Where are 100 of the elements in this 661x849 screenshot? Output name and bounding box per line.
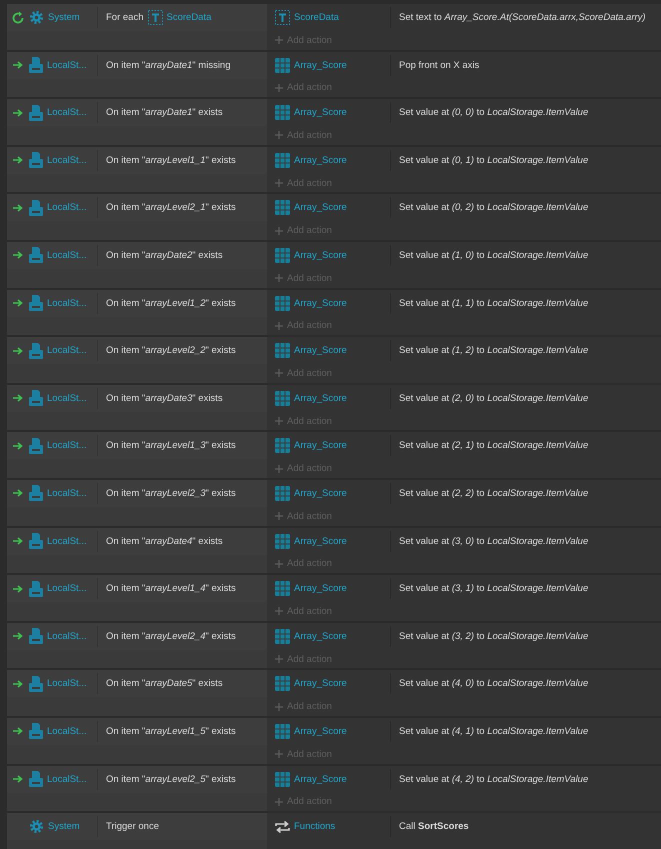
trigger-arrow-icon <box>13 584 23 593</box>
grid-icon <box>275 534 290 549</box>
plus-icon <box>275 750 283 758</box>
object-name: LocalSt... <box>47 345 87 356</box>
storage-icon <box>29 200 43 216</box>
action-row[interactable]: Array_Score Set value at (2, 1) to LocalStorage.ItemValue <box>267 432 661 460</box>
action-row[interactable]: Array_Score Set value at (4, 1) to LocalStorage.ItemValue <box>267 718 661 745</box>
action-text: Set value at (4, 2) to LocalStorage.ItemValue <box>398 774 588 784</box>
plus-icon <box>275 274 283 282</box>
event-condition-block[interactable]: LocalSt... On item "arrayLevel1_1" exists <box>7 146 267 192</box>
object-name: Array_Score <box>294 250 347 261</box>
action-text: Set text to Array_Score.At(ScoreData.arrx,ScoreData.arry) <box>398 12 646 23</box>
event-condition-block[interactable]: LocalSt... On item "arrayDate3" exists <box>7 384 267 430</box>
condition-text: On item "arrayLevel1_4" exists <box>105 583 236 594</box>
grid-icon <box>275 296 290 311</box>
plus-icon <box>275 702 283 711</box>
grid-icon <box>275 581 290 596</box>
action-row[interactable]: Array_Score Set value at (2, 2) to LocalStorage.ItemValue <box>267 480 661 507</box>
trigger-arrow-icon <box>13 108 23 117</box>
event-condition-block[interactable]: LocalSt... On item "arrayDate5" exists <box>7 670 267 716</box>
condition-text: On item "arrayLevel2_2" exists <box>105 345 236 356</box>
action-text: Set value at (0, 2) to LocalStorage.ItemValue <box>398 202 588 214</box>
event-condition-block[interactable]: System Trigger once <box>7 813 267 849</box>
condition-text: On item "arrayLevel2_4" exists <box>105 630 236 642</box>
object-name: Array_Score <box>294 202 347 214</box>
event-condition-block[interactable]: LocalSt... On item "arrayLevel2_4" exists <box>7 622 267 668</box>
grid-icon <box>275 343 290 358</box>
action-row[interactable]: Array_Score Set value at (0, 0) to LocalStorage.ItemValue <box>267 99 661 126</box>
object-name: LocalSt... <box>47 630 87 642</box>
object-name: Array_Score <box>294 107 347 118</box>
action-row[interactable]: Array_Score Set value at (1, 0) to LocalStorage.ItemValue <box>267 242 661 269</box>
gear-icon <box>29 10 44 25</box>
action-row[interactable]: Array_Score Set value at (3, 1) to LocalStorage.ItemValue <box>267 575 661 602</box>
object-name: LocalSt... <box>47 202 87 214</box>
plus-icon <box>275 226 283 235</box>
storage-icon <box>29 723 43 740</box>
event-condition-block[interactable]: LocalSt... On item "arrayLevel1_4" exists <box>7 575 267 621</box>
event-condition-block[interactable]: LocalSt... On item "arrayDate4" exists <box>7 528 267 574</box>
event-condition-block[interactable]: LocalSt... On item "arrayLevel1_2" exists <box>7 290 267 336</box>
trigger-arrow-icon <box>13 775 23 783</box>
object-name: LocalSt... <box>47 774 87 784</box>
action-text: Set value at (3, 0) to LocalStorage.ItemValue <box>398 536 588 547</box>
action-row[interactable]: ScoreData Set text to Array_Score.At(ScoreData.arrx,ScoreData.arry) <box>267 4 661 31</box>
action-row[interactable]: Array_Score Set value at (1, 1) to LocalStorage.ItemValue <box>267 290 661 317</box>
action-text: Set value at (0, 1) to LocalStorage.ItemValue <box>398 154 588 166</box>
action-text: Call SortScores <box>398 821 469 832</box>
action-row[interactable]: Array_Score Set value at (0, 1) to LocalStorage.ItemValue <box>267 146 661 174</box>
condition-text: On item "arrayDate1" missing <box>105 60 230 71</box>
grid-icon <box>275 390 290 406</box>
plus-icon <box>275 131 283 140</box>
event-condition-block[interactable]: LocalSt... On item "arrayLevel1_5" exists <box>7 718 267 764</box>
object-name: System <box>48 12 80 23</box>
condition-text: On item "arrayLevel1_1" exists <box>105 154 236 166</box>
action-row[interactable]: Array_Score Set value at (4, 0) to LocalStorage.ItemValue <box>267 670 661 698</box>
action-text: Set value at (2, 2) to LocalStorage.ItemValue <box>398 488 588 499</box>
event-condition-block[interactable]: LocalSt... On item "arrayDate1" missing <box>7 52 267 98</box>
event-condition-block[interactable]: LocalSt... On item "arrayLevel2_1" exists <box>7 194 267 240</box>
object-name: Array_Score <box>294 440 347 452</box>
grid-icon <box>275 152 290 168</box>
event-condition-block[interactable]: LocalSt... On item "arrayDate2" exists <box>7 242 267 288</box>
event-condition-block[interactable]: LocalSt... On item "arrayLevel2_2" exists <box>7 337 267 383</box>
action-text: Set value at (1, 2) to LocalStorage.ItemValue <box>398 345 588 356</box>
object-name: Array_Score <box>294 630 347 642</box>
trigger-arrow-icon <box>13 442 23 450</box>
action-row[interactable]: Array_Score Pop front on X axis <box>267 52 661 79</box>
trigger-arrow-icon <box>13 61 23 70</box>
grid-icon <box>275 248 290 263</box>
action-row[interactable]: Array_Score Set value at (0, 2) to LocalStorage.ItemValue <box>267 194 661 222</box>
object-name: LocalSt... <box>47 536 87 547</box>
event-condition-block[interactable]: LocalSt... On item "arrayLevel2_5" exists <box>7 766 267 812</box>
object-name: Array_Score <box>294 345 347 356</box>
storage-icon <box>29 152 43 168</box>
action-row[interactable]: Array_Score Set value at (1, 2) to LocalStorage.ItemValue <box>267 337 661 364</box>
storage-icon <box>29 676 43 692</box>
action-text: Set value at (4, 0) to LocalStorage.ItemValue <box>398 678 588 690</box>
object-name: LocalSt... <box>47 392 87 404</box>
event-condition-block[interactable]: System For each ScoreData <box>7 4 267 50</box>
object-name: LocalSt... <box>47 488 87 499</box>
plus-icon <box>275 512 283 520</box>
storage-icon <box>29 295 43 312</box>
object-name: LocalSt... <box>47 250 87 261</box>
event-condition-block[interactable]: LocalSt... On item "arrayDate1" exists <box>7 99 267 145</box>
action-row[interactable]: Array_Score Set value at (4, 2) to LocalStorage.ItemValue <box>267 766 661 792</box>
storage-icon <box>29 533 43 550</box>
action-row[interactable]: Array_Score Set value at (3, 2) to LocalStorage.ItemValue <box>267 622 661 650</box>
grid-icon <box>275 724 290 739</box>
event-condition-block[interactable]: LocalSt... On item "arrayLevel2_3" exists <box>7 480 267 526</box>
plus-icon <box>275 179 283 188</box>
event-condition-block[interactable]: LocalSt... On item "arrayLevel1_3" exists <box>7 432 267 478</box>
storage-icon <box>29 485 43 502</box>
trigger-arrow-icon <box>13 489 23 498</box>
text-object-icon <box>148 10 162 25</box>
action-row[interactable]: Array_Score Set value at (2, 0) to LocalStorage.ItemValue <box>267 384 661 412</box>
action-text: Set value at (3, 2) to LocalStorage.ItemValue <box>398 630 588 642</box>
storage-icon <box>29 628 43 644</box>
action-row[interactable]: Array_Score Set value at (3, 0) to LocalStorage.ItemValue <box>267 528 661 555</box>
object-name: Array_Score <box>294 726 347 737</box>
grid-icon <box>275 486 290 501</box>
object-name: LocalSt... <box>47 440 87 452</box>
plus-icon <box>275 322 283 330</box>
